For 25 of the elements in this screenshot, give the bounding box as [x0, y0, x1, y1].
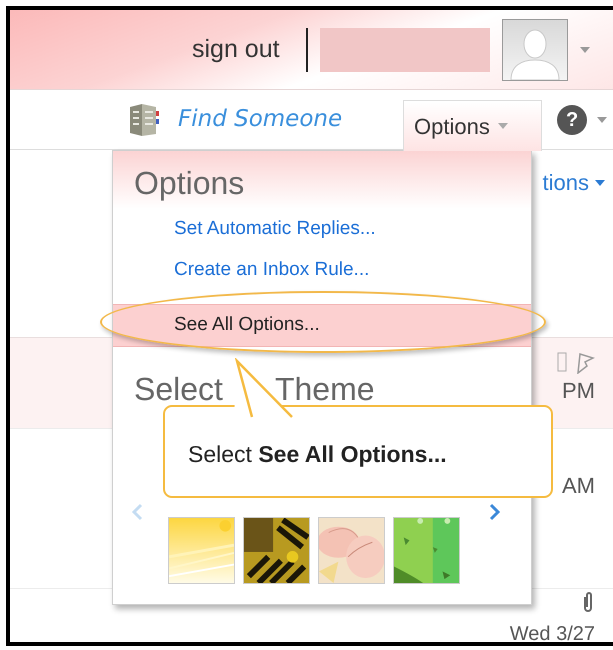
caret-icon[interactable] — [597, 116, 608, 122]
help-button[interactable]: ? — [557, 104, 588, 134]
message-time: PM — [562, 377, 595, 405]
menu-title: Options — [134, 164, 246, 203]
menu-item[interactable]: See All Options... — [113, 304, 531, 346]
filter-link[interactable]: tions — [542, 166, 589, 199]
unread-marker-icon[interactable] — [557, 352, 567, 372]
menu-item[interactable]: Create an Inbox Rule... — [113, 250, 531, 290]
caret-icon[interactable] — [595, 180, 605, 186]
options-tab[interactable]: Options — [403, 100, 542, 151]
message-time: AM — [562, 472, 595, 500]
chevron-left-icon[interactable] — [131, 502, 143, 520]
paperclip-icon[interactable] — [581, 591, 595, 613]
chevron-right-icon[interactable] — [489, 502, 501, 520]
message-date: Wed 3/27 — [510, 622, 595, 642]
caret-icon[interactable] — [498, 123, 508, 129]
theme-title: Select — [134, 370, 223, 408]
flag-icon[interactable] — [575, 352, 595, 374]
avatar[interactable] — [502, 18, 568, 80]
sign-out-link[interactable]: sign out — [192, 30, 280, 68]
menu-item[interactable]: Set Automatic Replies... — [113, 209, 531, 250]
callout-text: Select See All Options... — [188, 441, 447, 467]
address-book-icon[interactable] — [128, 102, 160, 136]
theme-title: Theme — [274, 370, 375, 408]
caret-icon[interactable] — [580, 46, 590, 52]
